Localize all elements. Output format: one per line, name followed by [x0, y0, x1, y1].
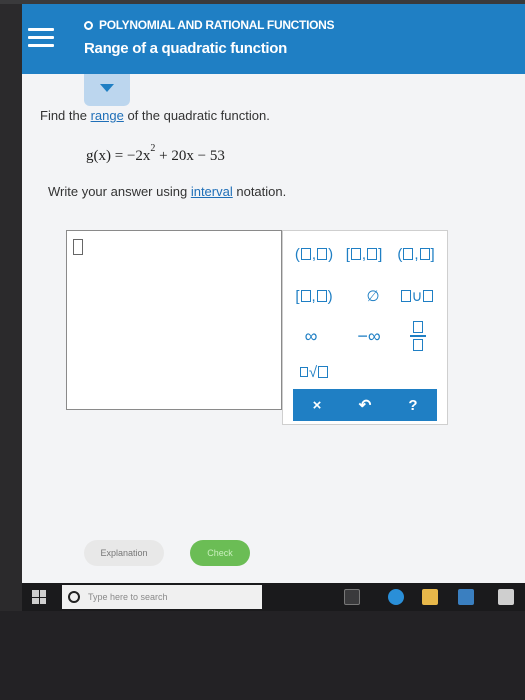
store-icon[interactable] [458, 589, 474, 605]
monitor-bottom-bezel [0, 611, 525, 700]
page-title: Range of a quadratic function [84, 40, 287, 57]
negative-infinity-key[interactable]: −∞ [349, 325, 389, 347]
chevron-down-icon [100, 84, 114, 92]
windows-start-icon[interactable] [32, 590, 46, 604]
union-key[interactable]: ∪ [395, 285, 439, 307]
taskbar-search-input[interactable]: Type here to search [62, 585, 262, 609]
problem-prompt: Find the range of the quadratic function… [40, 108, 270, 123]
infinity-key[interactable]: ∞ [297, 325, 325, 347]
cortana-icon [68, 591, 80, 603]
empty-set-key[interactable]: ∅ [361, 285, 385, 307]
closed-closed-interval-key[interactable]: [,] [341, 243, 387, 265]
check-button[interactable]: Check [190, 540, 250, 566]
file-explorer-icon[interactable] [422, 589, 438, 605]
open-open-interval-key[interactable]: (,) [291, 243, 337, 265]
explanation-button[interactable]: Explanation [84, 540, 164, 566]
answer-input[interactable] [66, 230, 282, 410]
range-link[interactable]: range [91, 108, 124, 123]
input-placeholder-box [73, 239, 83, 255]
interval-link[interactable]: interval [191, 184, 233, 199]
math-keypad: (,) [,] (,] [,) ∅ ∪ ∞ −∞ √ × ↶ ? [282, 230, 448, 425]
answer-instructions: Write your answer using interval notatio… [48, 184, 287, 199]
topic-status-icon [84, 20, 93, 30]
task-view-icon[interactable] [344, 589, 360, 605]
taskbar-search-placeholder: Type here to search [88, 592, 168, 602]
help-button[interactable]: ? [389, 389, 437, 421]
keypad-action-bar: × ↶ ? [293, 389, 437, 421]
root-key[interactable]: √ [293, 361, 335, 383]
edge-browser-icon[interactable] [388, 589, 404, 605]
windows-taskbar: Type here to search [22, 583, 525, 611]
equation: g(x) = −2x2 + 20x − 53 [86, 143, 225, 164]
fraction-key[interactable] [403, 319, 433, 353]
topic-label: POLYNOMIAL AND RATIONAL FUNCTIONS [99, 18, 335, 32]
undo-button[interactable]: ↶ [341, 389, 389, 421]
closed-open-interval-key[interactable]: [,) [291, 285, 337, 307]
browser-screen: POLYNOMIAL AND RATIONAL FUNCTIONS Range … [22, 4, 525, 614]
clear-button[interactable]: × [293, 389, 341, 421]
topic-heading: POLYNOMIAL AND RATIONAL FUNCTIONS [84, 18, 335, 32]
app-icon[interactable] [498, 589, 514, 605]
app-header: POLYNOMIAL AND RATIONAL FUNCTIONS Range … [22, 4, 525, 74]
toggle-dropdown-button[interactable] [84, 74, 130, 106]
open-closed-interval-key[interactable]: (,] [391, 243, 441, 265]
hamburger-menu-icon[interactable] [28, 28, 54, 48]
